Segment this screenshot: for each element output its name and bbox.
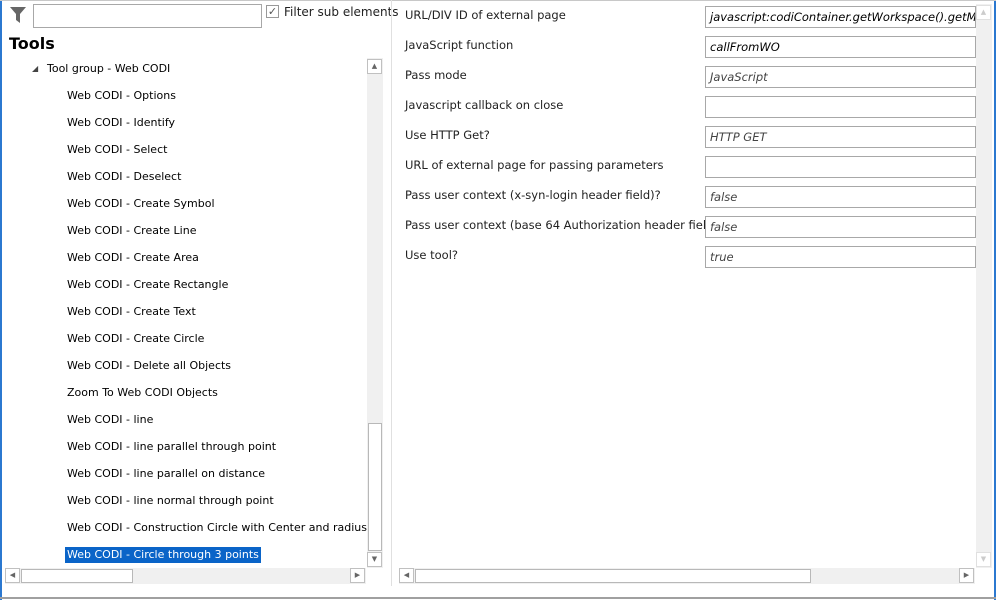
tools-tree: ◢ Tool group - Web CODI Web CODI - Optio… — [5, 58, 367, 568]
property-value-field[interactable]: false — [705, 216, 976, 238]
tree-item[interactable]: Web CODI - Deselect — [65, 169, 183, 185]
property-value-field[interactable]: HTTP GET — [705, 126, 976, 148]
scroll-right-button[interactable]: ▶ — [959, 568, 974, 583]
tree-item[interactable]: Web CODI - line parallel through point — [65, 439, 278, 455]
tree-item[interactable]: Web CODI - Create Symbol — [65, 196, 217, 212]
tree-item[interactable]: Zoom To Web CODI Objects — [65, 385, 220, 401]
tree-item[interactable]: Web CODI - Create Circle — [65, 331, 206, 347]
scroll-thumb[interactable] — [368, 423, 382, 551]
tree-item[interactable]: Web CODI - Create Area — [65, 250, 201, 266]
property-label: URL/DIV ID of external page — [405, 8, 566, 22]
tree-item[interactable]: Web CODI - Delete all Objects — [65, 358, 233, 374]
property-label: URL of external page for passing paramet… — [405, 158, 664, 172]
scroll-left-button[interactable]: ◀ — [399, 568, 414, 583]
panel-divider[interactable] — [391, 0, 392, 586]
tree-item[interactable]: Web CODI - line normal through point — [65, 493, 276, 509]
tree-item[interactable]: Web CODI - Identify — [65, 115, 177, 131]
property-label: JavaScript function — [405, 38, 513, 52]
tree-item[interactable]: Web CODI - Create Rectangle — [65, 277, 230, 293]
property-value-field[interactable]: JavaScript — [705, 66, 976, 88]
tree-item[interactable]: Web CODI - Construction Circle with Cent… — [65, 520, 367, 536]
tree-item[interactable]: Web CODI - Select — [65, 142, 169, 158]
properties-horizontal-scrollbar[interactable]: ◀ ▶ — [399, 568, 975, 584]
scroll-thumb[interactable] — [415, 569, 811, 583]
property-label: Pass mode — [405, 68, 467, 82]
tree-item[interactable]: Web CODI - Create Line — [65, 223, 198, 239]
tree-item[interactable]: Web CODI - line — [65, 412, 155, 428]
property-label: Pass user context (x-syn-login header fi… — [405, 188, 661, 202]
property-label: Pass user context (base 64 Authorization… — [405, 218, 728, 232]
property-label: Use HTTP Get? — [405, 128, 490, 142]
scroll-right-button[interactable]: ▶ — [350, 568, 365, 583]
property-value-field[interactable]: callFromWO — [705, 36, 976, 58]
tree-item[interactable]: Web CODI - Circle through 3 points — [65, 547, 261, 563]
filter-icon[interactable] — [9, 5, 27, 25]
tree-item[interactable]: Web CODI - line parallel on distance — [65, 466, 267, 482]
tree-horizontal-scrollbar[interactable]: ◀ ▶ — [5, 568, 366, 584]
tree-group-web-codi[interactable]: Tool group - Web CODI — [45, 61, 172, 77]
scroll-down-button[interactable]: ▼ — [976, 552, 991, 567]
bottom-border — [0, 597, 996, 599]
property-value-field[interactable] — [705, 96, 976, 118]
tools-title: Tools — [9, 34, 55, 53]
property-value-field[interactable] — [705, 156, 976, 178]
scroll-up-button[interactable]: ▲ — [367, 59, 382, 74]
tree-item[interactable]: Web CODI - Create Text — [65, 304, 198, 320]
filter-sub-elements-checkbox[interactable]: ✓ — [266, 5, 279, 18]
scroll-left-button[interactable]: ◀ — [5, 568, 20, 583]
property-value-field[interactable]: javascript:codiContainer.getWorkspace().… — [705, 6, 976, 28]
property-value-field[interactable]: false — [705, 186, 976, 208]
filter-sub-elements-label: Filter sub elements — [284, 5, 399, 19]
filter-input[interactable] — [33, 4, 262, 28]
property-label: Javascript callback on close — [405, 98, 563, 112]
collapse-triangle-icon[interactable]: ◢ — [32, 64, 38, 73]
property-label: Use tool? — [405, 248, 458, 262]
property-value-field[interactable]: true — [705, 246, 976, 268]
properties-vertical-scrollbar[interactable]: ▲ ▼ — [976, 4, 992, 568]
scroll-up-button[interactable]: ▲ — [976, 5, 991, 20]
tree-item[interactable]: Web CODI - Options — [65, 88, 178, 104]
top-border — [0, 0, 996, 1]
scroll-thumb[interactable] — [21, 569, 133, 583]
scroll-down-button[interactable]: ▼ — [367, 552, 382, 567]
tree-vertical-scrollbar[interactable]: ▲ ▼ — [367, 58, 383, 568]
